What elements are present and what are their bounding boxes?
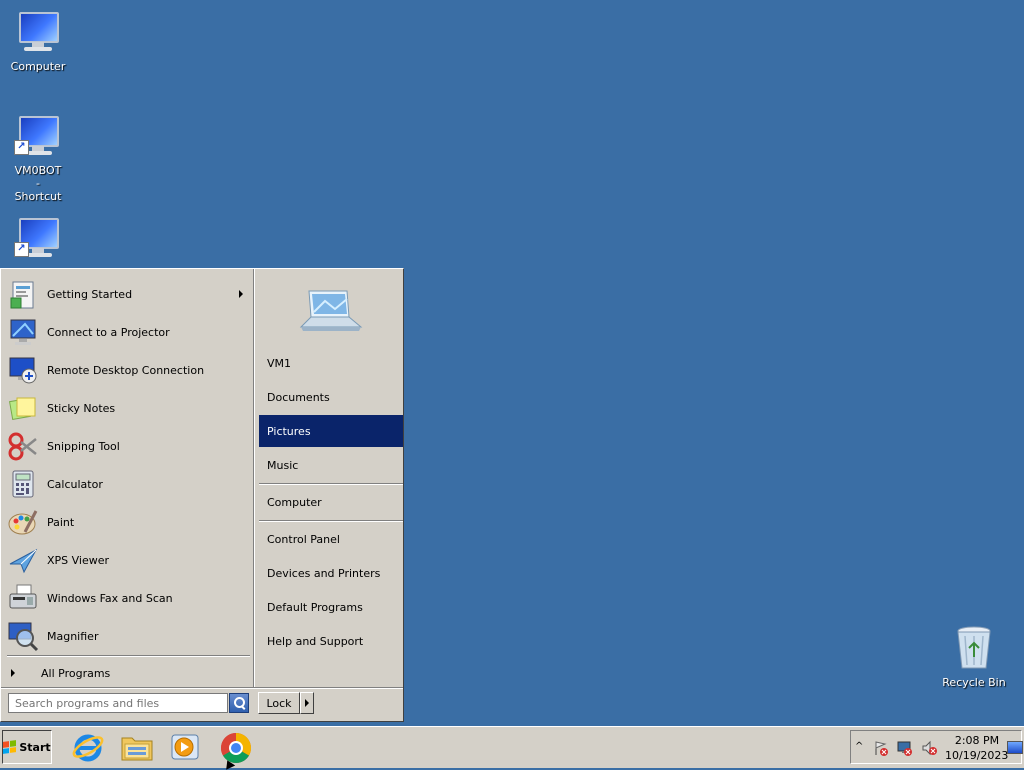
program-label: Snipping Tool [47, 439, 120, 453]
desktop-icon-label: Recycle Bin [942, 676, 1006, 689]
desktop-icon-label: VM0BOT - Shortcut [14, 164, 62, 203]
start-label: Start [19, 740, 51, 754]
program-fax-and-scan[interactable]: Windows Fax and Scan [7, 579, 251, 617]
getting-started-icon [7, 278, 39, 310]
show-desktop-icon[interactable] [1007, 741, 1023, 754]
program-getting-started[interactable]: Getting Started [7, 275, 251, 313]
program-label: Connect to a Projector [47, 325, 170, 339]
program-label: Windows Fax and Scan [47, 591, 173, 605]
lock-button-label: Lock [266, 696, 292, 710]
scissors-icon [7, 430, 39, 462]
program-magnifier[interactable]: Magnifier [7, 617, 251, 655]
all-programs-label: All Programs [41, 666, 111, 680]
program-label: Calculator [47, 477, 103, 491]
chrome-icon [220, 733, 252, 764]
search-button[interactable] [229, 693, 249, 713]
paint-palette-icon [7, 506, 39, 538]
recycle-bin-icon [950, 624, 998, 672]
search-input[interactable] [8, 693, 228, 713]
taskbar-app-internet-explorer[interactable] [70, 729, 106, 765]
start-button[interactable]: Start [2, 730, 52, 764]
places-item-computer[interactable]: Computer [259, 486, 403, 518]
program-paint[interactable]: Paint [7, 503, 251, 541]
lock-button[interactable]: Lock [258, 692, 300, 714]
program-remote-desktop[interactable]: Remote Desktop Connection [7, 351, 251, 389]
program-sticky-notes[interactable]: Sticky Notes [7, 389, 251, 427]
start-menu-programs-pane: Getting Started Connect to a Projector R… [1, 269, 254, 687]
file-explorer-icon [121, 737, 153, 761]
places-item-label: Devices and Printers [267, 566, 381, 580]
desktop-icon-computer[interactable]: Computer [0, 8, 76, 73]
places-item-label: VM1 [267, 356, 292, 370]
program-label: XPS Viewer [47, 553, 110, 567]
calculator-icon [7, 468, 39, 500]
start-menu: Getting Started Connect to a Projector R… [0, 268, 404, 722]
places-item-label: Default Programs [267, 600, 363, 614]
network-icon[interactable] [897, 740, 913, 756]
program-connect-to-projector[interactable]: Connect to a Projector [7, 313, 251, 351]
places-item-control-panel[interactable]: Control Panel [259, 523, 403, 555]
program-label: Magnifier [47, 629, 99, 643]
remote-desktop-icon [7, 354, 39, 386]
places-item-default-programs[interactable]: Default Programs [259, 591, 403, 623]
windows-logo-icon [3, 740, 17, 754]
volume-icon[interactable] [921, 740, 937, 756]
clock-date[interactable]: 10/19/2023 [945, 749, 1008, 762]
desktop-icon-shortcut-partial[interactable]: ↗ [0, 214, 76, 266]
start-menu-places-pane: VM1 Documents Pictures Music Computer Co… [257, 269, 403, 687]
places-item-label: Computer [267, 495, 322, 509]
places-item-label: Pictures [267, 424, 311, 438]
taskbar-app-media-player[interactable] [167, 729, 203, 765]
program-label: Remote Desktop Connection [47, 363, 205, 377]
expand-arrow-icon [11, 669, 15, 677]
taskbar-app-file-explorer[interactable] [119, 729, 155, 765]
start-menu-bottom-bar: Lock [1, 687, 403, 722]
program-xps-viewer[interactable]: XPS Viewer [7, 541, 251, 579]
program-label: Paint [47, 515, 75, 529]
computer-icon [14, 8, 62, 56]
fax-icon [7, 582, 39, 614]
internet-explorer-icon [72, 734, 104, 762]
media-player-icon [171, 734, 199, 760]
places-item-label: Documents [267, 390, 330, 404]
all-programs-button[interactable]: All Programs [11, 663, 110, 683]
taskbar: Start ^ 2:08 PM 10/19/2023 [0, 726, 1024, 768]
program-label: Sticky Notes [47, 401, 116, 415]
places-item-music[interactable]: Music [259, 449, 403, 481]
places-item-label: Help and Support [267, 634, 364, 648]
computer-shortcut-icon: ↗ [14, 112, 62, 160]
places-item-vm1[interactable]: VM1 [259, 347, 403, 379]
clock-time[interactable]: 2:08 PM [947, 734, 1007, 747]
desktop-icon-vm0bot-shortcut[interactable]: ↗ VM0BOT - Shortcut [0, 112, 76, 203]
computer-shortcut-icon: ↗ [14, 214, 62, 262]
separator [259, 520, 403, 522]
submenu-arrow-icon [239, 290, 243, 298]
program-label: Getting Started [47, 287, 133, 301]
laptop-icon [299, 290, 363, 331]
system-tray: ^ 2:08 PM 10/19/2023 [850, 730, 1023, 764]
places-item-pictures[interactable]: Pictures [259, 415, 403, 447]
places-item-label: Control Panel [267, 532, 340, 546]
places-item-help-and-support[interactable]: Help and Support [259, 625, 403, 657]
taskbar-app-chrome[interactable] [218, 729, 254, 765]
magnifier-icon [7, 620, 39, 652]
chevron-right-icon [305, 699, 309, 707]
places-item-documents[interactable]: Documents [259, 381, 403, 413]
action-center-flag-icon[interactable] [873, 740, 889, 756]
user-picture[interactable] [297, 287, 365, 339]
xps-viewer-icon [7, 544, 39, 576]
pane-divider [253, 269, 255, 687]
separator [259, 483, 403, 485]
sticky-notes-icon [7, 392, 39, 424]
places-item-label: Music [267, 458, 299, 472]
program-calculator[interactable]: Calculator [7, 465, 251, 503]
desktop-icon-recycle-bin[interactable]: Recycle Bin [936, 624, 1012, 689]
show-hidden-icons-button[interactable]: ^ [855, 741, 863, 752]
projector-icon [7, 316, 39, 348]
places-item-devices-and-printers[interactable]: Devices and Printers [259, 557, 403, 589]
power-options-arrow-button[interactable] [300, 692, 314, 714]
desktop-icon-label: Computer [10, 60, 66, 73]
program-snipping-tool[interactable]: Snipping Tool [7, 427, 251, 465]
separator [7, 655, 250, 657]
